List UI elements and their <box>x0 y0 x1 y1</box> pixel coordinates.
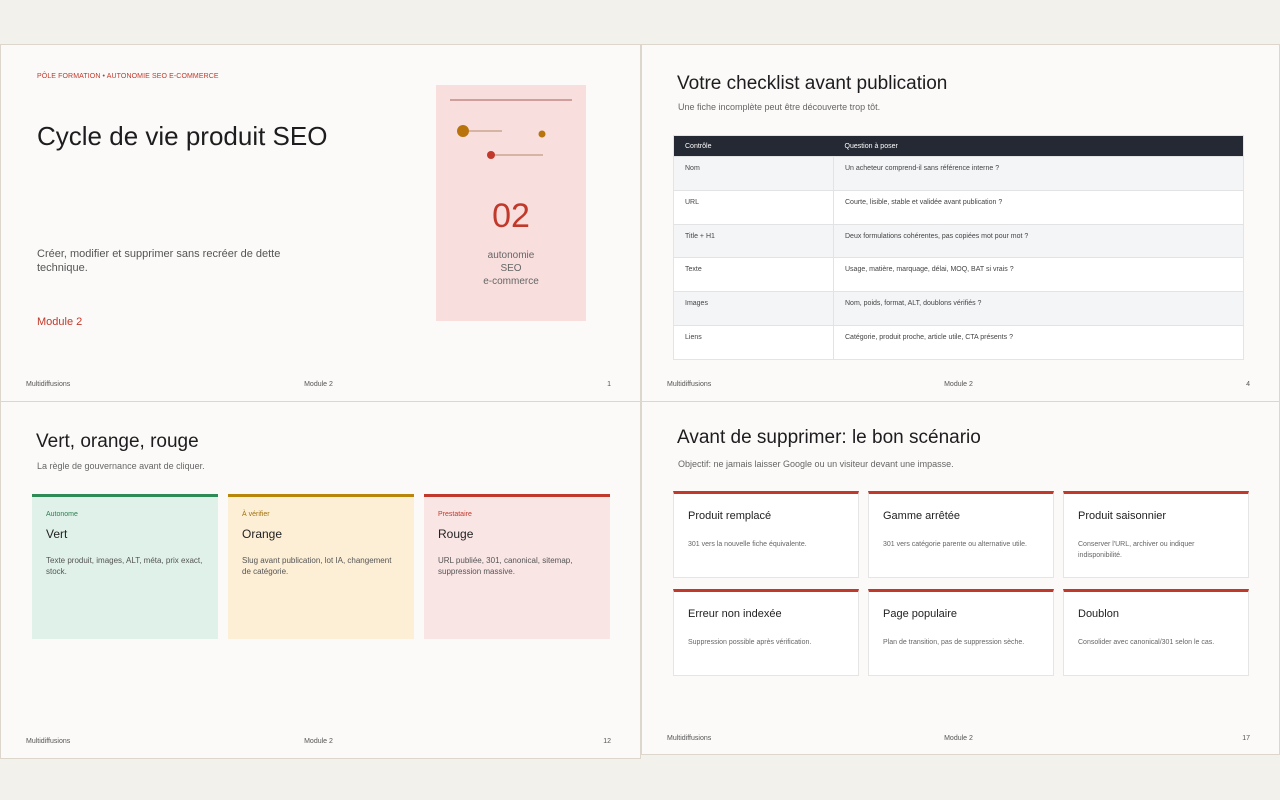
table-cell: Texte <box>673 257 834 292</box>
footer-module: Module 2 <box>944 735 973 742</box>
module-label: Module 2 <box>37 316 83 328</box>
footer-module: Module 2 <box>304 381 333 388</box>
card-title: Page populaire <box>883 608 958 620</box>
slide-subtitle: Objectif: ne jamais laisser Google ou un… <box>678 459 954 469</box>
scenario-card: Produit remplacé 301 vers la nouvelle fi… <box>673 491 859 578</box>
card-description: Slug avant publication, lot IA, changeme… <box>242 556 392 576</box>
footer-module: Module 2 <box>304 738 333 745</box>
module-number: 02 <box>492 197 530 235</box>
card-title: Gamme arrêtée <box>883 510 961 522</box>
scenario-card: Produit saisonnier Conserver l'URL, arch… <box>1063 491 1249 578</box>
table-cell: URL <box>673 189 834 225</box>
governance-card-red: Prestataire Rouge URL publiée, 301, cano… <box>424 494 610 639</box>
card-description: Conserver l'URL, archiver ou indiquer in… <box>1078 541 1195 559</box>
table-row: Images Nom, poids, format, ALT, doublons… <box>673 291 1244 326</box>
table-row: URL Courte, lisible, stable et validée a… <box>673 189 1244 225</box>
card-title: Erreur non indexée <box>688 608 782 620</box>
card-title: Produit saisonnier <box>1078 510 1167 522</box>
card-description: 301 vers la nouvelle fiche équivalente. <box>688 541 807 548</box>
card-title: Rouge <box>438 527 474 541</box>
table-cell: Un acheteur comprend-il sans référence i… <box>833 156 1244 191</box>
slide-subtitle: Une fiche incomplète peut être découvert… <box>678 102 881 112</box>
slide-title: Vert, orange, rouge <box>36 431 199 452</box>
card-title: Orange <box>242 527 283 541</box>
page-number: 12 <box>603 738 611 745</box>
table-cell: Catégorie, produit proche, article utile… <box>833 324 1244 360</box>
column-header: Question à poser <box>833 135 1244 157</box>
card-tag: Prestataire <box>438 511 472 518</box>
card-tag: À vérifier <box>242 511 270 518</box>
table-row: Nom Un acheteur comprend-il sans référen… <box>673 156 1244 191</box>
table-cell: Title + H1 <box>673 223 834 258</box>
timeline-decoration <box>457 125 546 159</box>
card-title: Vert <box>46 527 68 541</box>
slide-title: Cycle de vie produit SEO <box>37 121 328 151</box>
slide-4[interactable]: Votre checklist avant publication Une fi… <box>641 44 1280 402</box>
table-cell: Nom <box>673 156 834 191</box>
table-header-row: Contrôle Question à poser <box>673 135 1244 157</box>
footer-module: Module 2 <box>944 381 973 388</box>
page-number: 4 <box>1246 381 1250 388</box>
slide-subtitle: Créer, modifier et supprimer sans recrée… <box>37 248 281 274</box>
card-description: Plan de transition, pas de suppression s… <box>883 639 1025 646</box>
table-cell: Deux formulations cohérentes, pas copiée… <box>833 223 1244 258</box>
table-cell: Courte, lisible, stable et validée avant… <box>833 189 1244 225</box>
table-row: Texte Usage, matière, marquage, délai, M… <box>673 257 1244 292</box>
table-row: Liens Catégorie, produit proche, article… <box>673 324 1244 360</box>
module-topic: autonomie SEO e-commerce <box>483 250 539 287</box>
slide-12[interactable]: Vert, orange, rouge La règle de gouverna… <box>0 401 641 759</box>
table-cell: Usage, matière, marquage, délai, MOQ, BA… <box>833 257 1244 292</box>
checklist-table: Contrôle Question à poser Nom Un acheteu… <box>673 135 1244 360</box>
table-row: Title + H1 Deux formulations cohérentes,… <box>673 223 1244 258</box>
card-description: Suppression possible après vérification. <box>688 639 812 646</box>
slide-title: Votre checklist avant publication <box>677 73 948 94</box>
slide-title: Avant de supprimer: le bon scénario <box>677 427 981 448</box>
scenario-card: Erreur non indexée Suppression possible … <box>673 589 859 676</box>
card-tag: Autonome <box>46 511 78 518</box>
page-number: 1 <box>607 381 611 388</box>
slide-eyebrow: PÔLE FORMATION • AUTONOMIE SEO E-COMMERC… <box>37 73 219 80</box>
card-description: URL publiée, 301, canonical, sitemap, su… <box>438 556 573 576</box>
table-cell: Liens <box>673 324 834 360</box>
scenario-card: Doublon Consolider avec canonical/301 se… <box>1063 589 1249 676</box>
card-description: Texte produit, images, ALT, méta, prix e… <box>46 556 203 576</box>
slide-subtitle: La règle de gouvernance avant de cliquer… <box>37 461 205 471</box>
column-header: Contrôle <box>673 135 834 157</box>
slide-1[interactable]: PÔLE FORMATION • AUTONOMIE SEO E-COMMERC… <box>0 44 641 402</box>
scenario-card: Gamme arrêtée 301 vers catégorie parente… <box>868 491 1054 578</box>
scenario-card: Page populaire Plan de transition, pas d… <box>868 589 1054 676</box>
module-number-card: 02 autonomie SEO e-commerce <box>436 85 586 321</box>
card-title: Doublon <box>1078 608 1119 620</box>
card-description: 301 vers catégorie parente ou alternativ… <box>883 541 1027 548</box>
page-number: 17 <box>1242 735 1250 742</box>
governance-card-orange: À vérifier Orange Slug avant publication… <box>228 494 414 639</box>
card-title: Produit remplacé <box>688 510 772 522</box>
table-cell: Images <box>673 291 834 326</box>
governance-card-green: Autonome Vert Texte produit, images, ALT… <box>32 494 218 639</box>
slide-17[interactable]: Avant de supprimer: le bon scénario Obje… <box>641 401 1280 755</box>
card-description: Consolider avec canonical/301 selon le c… <box>1078 639 1215 646</box>
table-cell: Nom, poids, format, ALT, doublons vérifi… <box>833 291 1244 326</box>
